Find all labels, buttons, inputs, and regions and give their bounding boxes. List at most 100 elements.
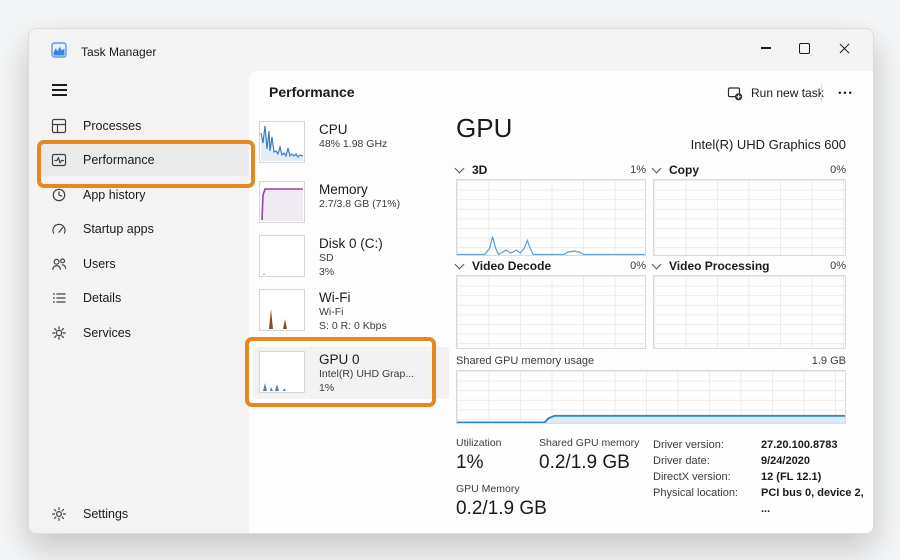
navigation-menu-button[interactable] [45, 77, 73, 103]
chart-header-3d[interactable]: 3D [456, 163, 487, 177]
title-bar[interactable]: Task Manager [29, 29, 873, 69]
directx-version-label: DirectX version: [653, 469, 731, 485]
chevron-down-icon [455, 260, 465, 270]
header-divider [821, 84, 822, 102]
chevron-down-icon [652, 260, 662, 270]
minimize-button[interactable] [747, 33, 785, 63]
chart-video-processing [653, 275, 846, 349]
perf-item-name: CPU [319, 121, 387, 138]
maximize-button[interactable] [785, 33, 823, 63]
sidebar-item-performance[interactable]: Performance [37, 144, 249, 176]
driver-date-label: Driver date: [653, 453, 710, 469]
perf-item-detail: 3% [319, 266, 383, 280]
window-title: Task Manager [81, 45, 156, 59]
task-manager-app-icon [51, 42, 67, 58]
perf-list-item-gpu0[interactable]: GPU 0 Intel(R) UHD Grap... 1% [253, 347, 449, 399]
perf-item-name: Memory [319, 181, 400, 198]
sidebar-item-details[interactable]: Details [37, 282, 249, 314]
hamburger-icon [52, 84, 67, 85]
chart-3d [456, 179, 646, 256]
perf-item-detail: 1% [319, 382, 414, 396]
driver-version-label: Driver version: [653, 437, 724, 453]
sidebar-item-processes[interactable]: Processes [37, 110, 249, 142]
chart-value-3d: 1% [619, 164, 646, 176]
sidebar-item-startup-apps[interactable]: Startup apps [37, 213, 249, 245]
driver-version-value: 27.20.100.8783 [761, 437, 837, 453]
chart-value-video-processing: 0% [819, 260, 846, 272]
physical-location-value: PCI bus 0, device 2, ... [761, 485, 873, 517]
gpu-section-title: GPU [456, 113, 512, 144]
shared-memory-chart [456, 370, 846, 424]
gpu-mini-chart [259, 351, 305, 393]
perf-list-item-disk0[interactable]: Disk 0 (C:) SD 3% [253, 231, 449, 283]
startup-apps-icon [51, 221, 67, 237]
sidebar-item-label: Startup apps [83, 222, 154, 236]
page-title: Performance [269, 84, 355, 100]
performance-icon [51, 152, 67, 168]
perf-list-item-memory[interactable]: Memory 2.7/3.8 GB (71%) [253, 177, 449, 227]
shared-gpu-memory-label: Shared GPU memory [539, 437, 639, 449]
utilization-label: Utilization [456, 437, 502, 449]
sidebar-item-label: Details [83, 291, 121, 305]
perf-item-detail: 48% 1.98 GHz [319, 138, 387, 152]
sidebar-item-label: Users [83, 257, 116, 271]
sidebar-item-users[interactable]: Users [37, 248, 249, 280]
sidebar-item-label: App history [83, 188, 146, 202]
chart-header-copy[interactable]: Copy [653, 163, 699, 177]
sidebar-item-label: Settings [83, 507, 128, 521]
sidebar-item-app-history[interactable]: App history [37, 179, 249, 211]
perf-item-detail: 2.7/3.8 GB (71%) [319, 198, 400, 212]
gpu-memory-label: GPU Memory [456, 483, 520, 495]
wifi-mini-chart [259, 289, 305, 331]
cpu-mini-chart [259, 121, 305, 163]
chevron-down-icon [652, 164, 662, 174]
driver-date-value: 9/24/2020 [761, 453, 810, 469]
physical-location-label: Physical location: [653, 485, 738, 501]
selected-indicator [37, 152, 40, 168]
chart-copy [653, 179, 846, 256]
sidebar-item-label: Performance [83, 153, 155, 167]
perf-item-detail: SD [319, 252, 383, 266]
close-button[interactable] [825, 33, 863, 63]
run-new-task-icon [727, 86, 743, 101]
settings-gear-icon [51, 506, 67, 522]
shared-memory-chart-max: 1.9 GB [779, 355, 846, 367]
sidebar-item-label: Services [83, 326, 131, 340]
sidebar-item-label: Processes [83, 119, 141, 133]
details-icon [51, 290, 67, 306]
chevron-down-icon [455, 164, 465, 174]
task-manager-window: Task Manager Processes Performance App h… [28, 28, 874, 534]
run-new-task-label: Run new task [751, 86, 824, 100]
close-icon [839, 43, 850, 54]
perf-list-item-wifi[interactable]: Wi-Fi Wi-Fi S: 0 R: 0 Kbps [253, 285, 449, 337]
chart-value-copy: 0% [819, 164, 846, 176]
chart-header-video-processing[interactable]: Video Processing [653, 259, 769, 273]
minimize-icon [761, 47, 771, 48]
gpu-device-name: Intel(R) UHD Graphics 600 [691, 137, 846, 152]
utilization-value: 1% [456, 452, 483, 474]
users-icon [51, 256, 67, 272]
shared-memory-chart-label: Shared GPU memory usage [456, 355, 594, 367]
disk-mini-chart [259, 235, 305, 277]
gpu-memory-value: 0.2/1.9 GB [456, 498, 547, 520]
perf-list-item-cpu[interactable]: CPU 48% 1.98 GHz [253, 117, 449, 167]
perf-item-detail: Intel(R) UHD Grap... [319, 368, 414, 382]
processes-icon [51, 118, 67, 134]
chart-value-video-decode: 0% [619, 260, 646, 272]
perf-item-detail: Wi-Fi [319, 306, 387, 320]
sidebar-item-settings[interactable]: Settings [37, 498, 249, 530]
chart-header-video-decode[interactable]: Video Decode [456, 259, 551, 273]
maximize-icon [799, 43, 810, 54]
perf-item-name: Disk 0 (C:) [319, 235, 383, 252]
perf-item-name: GPU 0 [319, 351, 414, 368]
main-panel: Performance Run new task ••• CPU 48% 1.9… [249, 71, 873, 533]
perf-item-detail: S: 0 R: 0 Kbps [319, 320, 387, 334]
directx-version-value: 12 (FL 12.1) [761, 469, 821, 485]
more-options-button[interactable]: ••• [829, 80, 863, 106]
chart-video-decode [456, 275, 646, 349]
sidebar-item-services[interactable]: Services [37, 317, 249, 349]
services-icon [51, 325, 67, 341]
shared-gpu-memory-value: 0.2/1.9 GB [539, 452, 630, 474]
memory-mini-chart [259, 181, 305, 223]
run-new-task-button[interactable]: Run new task [719, 80, 832, 106]
